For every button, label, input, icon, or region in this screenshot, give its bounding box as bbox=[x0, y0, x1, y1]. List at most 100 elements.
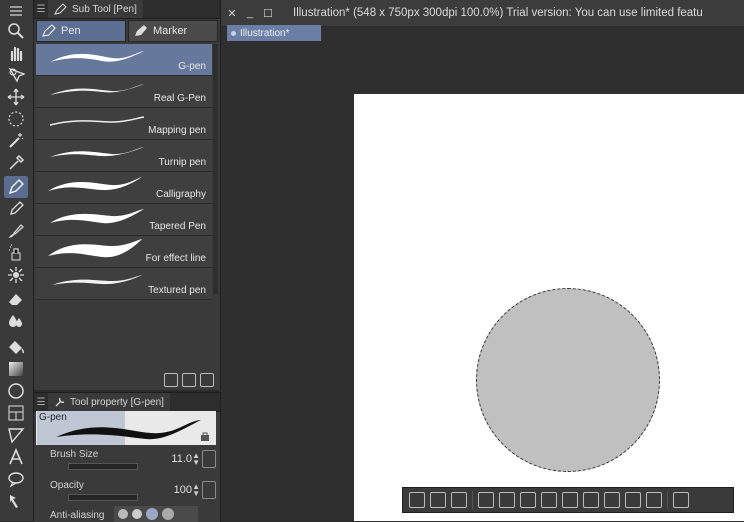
fill-icon[interactable] bbox=[4, 336, 28, 358]
duplicate-icon[interactable] bbox=[182, 373, 196, 387]
tab-pen[interactable]: Pen bbox=[36, 20, 126, 42]
launcher-settings-icon[interactable] bbox=[673, 492, 689, 508]
cut-icon[interactable] bbox=[562, 492, 578, 508]
crop-icon[interactable] bbox=[430, 492, 446, 508]
opacity-dynamics-button[interactable] bbox=[202, 481, 216, 499]
brush-item-mapping-pen[interactable]: Mapping pen bbox=[36, 108, 212, 140]
brush-size-spinner[interactable]: ▲ ▼ bbox=[192, 452, 200, 467]
gradient-icon[interactable] bbox=[4, 358, 28, 380]
pencil-icon[interactable] bbox=[4, 198, 28, 220]
tool-property-header-tab[interactable]: Tool property [G-pen] bbox=[48, 393, 170, 411]
brush-preview: G-pen bbox=[36, 411, 216, 445]
brush-item-g-pen[interactable]: G-pen bbox=[36, 44, 212, 76]
opacity-row: Opacity 100 ▲ ▼ bbox=[48, 480, 220, 508]
minimize-icon[interactable]: _ bbox=[243, 7, 257, 19]
brush-size-slider[interactable] bbox=[68, 463, 138, 470]
subtool-header: ☰ Sub Tool [Pen] bbox=[34, 0, 220, 19]
zoom-icon[interactable] bbox=[4, 20, 28, 42]
airbrush-icon[interactable] bbox=[4, 242, 28, 264]
eraser-icon[interactable] bbox=[4, 288, 28, 310]
frame-border-icon[interactable] bbox=[4, 402, 28, 424]
brush-size-dynamics-button[interactable] bbox=[202, 450, 216, 468]
close-icon[interactable]: ✕ bbox=[225, 7, 239, 20]
opacity-label: Opacity bbox=[50, 480, 84, 491]
balloon-icon[interactable] bbox=[4, 468, 28, 490]
pen-tool-icon[interactable] bbox=[4, 176, 28, 198]
tab-pen-label: Pen bbox=[61, 25, 81, 37]
invert-selection-icon[interactable] bbox=[451, 492, 467, 508]
transform-icon[interactable] bbox=[604, 492, 620, 508]
text-icon[interactable] bbox=[4, 446, 28, 468]
menu-icon[interactable] bbox=[4, 0, 28, 22]
brush-item-for-effect-line[interactable]: For effect line bbox=[36, 236, 212, 268]
canvas-title: Illustration* (548 x 750px 300dpi 100.0%… bbox=[293, 7, 703, 19]
brush-item-calligraphy[interactable]: Calligraphy bbox=[36, 172, 212, 204]
brush-item-label: For effect line bbox=[145, 253, 206, 264]
opacity-slider[interactable] bbox=[68, 494, 138, 501]
anti-aliasing-selector[interactable] bbox=[114, 506, 198, 522]
brush-item-real-g-pen[interactable]: Real G-Pen bbox=[36, 76, 212, 108]
brush-item-textured-pen[interactable]: Textured pen bbox=[36, 268, 212, 300]
magic-wand-icon[interactable] bbox=[4, 130, 28, 152]
mapping-pen-stroke-preview bbox=[49, 116, 145, 126]
calligraphy-stroke-preview bbox=[48, 177, 142, 191]
g-pen-stroke-preview bbox=[50, 51, 144, 62]
opacity-value[interactable]: 100 bbox=[174, 484, 192, 496]
document-tab-label: Illustration* bbox=[240, 27, 290, 39]
decoration-icon[interactable] bbox=[4, 264, 28, 286]
deselect-icon[interactable] bbox=[409, 492, 425, 508]
tone-icon[interactable] bbox=[646, 492, 662, 508]
trash-icon[interactable] bbox=[200, 373, 214, 387]
document-tab[interactable]: Illustration* bbox=[227, 25, 321, 41]
brush-list: G-pen Real G-Pen Mapping pen Turnip pen … bbox=[36, 44, 220, 300]
tapered-pen-stroke-preview bbox=[50, 209, 144, 224]
tab-marker[interactable]: Marker bbox=[128, 20, 218, 42]
brush-size-label: Brush Size bbox=[50, 449, 99, 460]
selection-area-icon[interactable] bbox=[520, 492, 536, 508]
hand-icon[interactable] bbox=[4, 42, 28, 64]
ruler-icon[interactable] bbox=[4, 424, 28, 446]
maximize-icon[interactable]: ☐ bbox=[261, 7, 275, 20]
opacity-spinner[interactable]: ▲ ▼ bbox=[192, 483, 200, 498]
selection-launcher bbox=[402, 487, 734, 513]
brush-icon[interactable] bbox=[4, 220, 28, 242]
eyedropper-icon[interactable] bbox=[4, 152, 28, 174]
pen-icon bbox=[42, 24, 56, 37]
brush-item-label: Real G-Pen bbox=[153, 93, 206, 104]
copy-icon[interactable] bbox=[583, 492, 599, 508]
canvas-area: ✕ _ ☐ Illustration* (548 x 750px 300dpi … bbox=[221, 0, 744, 521]
correct-line-icon[interactable] bbox=[4, 490, 28, 512]
tab-dot-icon bbox=[231, 30, 236, 36]
brush-size-row: Brush Size 11.0 ▲ ▼ bbox=[48, 449, 220, 477]
import-icon[interactable] bbox=[164, 373, 178, 387]
tool-property-panel: ☰ Tool property [G-pen] G-pen Brush Size… bbox=[34, 392, 221, 522]
tab-marker-label: Marker bbox=[153, 25, 188, 37]
move-icon[interactable] bbox=[4, 86, 28, 108]
subtool-title: Sub Tool [Pen] bbox=[72, 3, 137, 15]
subtool-panel: ☰ Sub Tool [Pen] Pen Marker G-pen Real G… bbox=[34, 0, 221, 390]
canvas-title-bar: ✕ _ ☐ Illustration* (548 x 750px 300dpi … bbox=[221, 0, 744, 26]
brush-size-value[interactable]: 11.0 bbox=[171, 453, 192, 465]
panel-menu-icon[interactable]: ☰ bbox=[34, 4, 48, 15]
brush-item-label: Tapered Pen bbox=[149, 221, 206, 232]
brush-item-tapered-pen[interactable]: Tapered Pen bbox=[36, 204, 212, 236]
copy-paste-icon[interactable] bbox=[541, 492, 557, 508]
expand-selection-icon[interactable] bbox=[478, 492, 494, 508]
lock-icon[interactable] bbox=[200, 431, 210, 441]
shrink-selection-icon[interactable] bbox=[499, 492, 515, 508]
textured-pen-stroke-preview bbox=[52, 275, 142, 285]
brush-item-label: Calligraphy bbox=[155, 189, 206, 200]
fill-selection-icon[interactable] bbox=[625, 492, 641, 508]
marker-icon bbox=[135, 25, 147, 36]
subtool-header-tab[interactable]: Sub Tool [Pen] bbox=[48, 0, 143, 18]
brush-item-turnip-pen[interactable]: Turnip pen bbox=[36, 140, 212, 172]
selection-area[interactable] bbox=[476, 288, 660, 472]
blend-icon[interactable] bbox=[4, 310, 28, 332]
tool-property-header: ☰ Tool property [G-pen] bbox=[34, 393, 220, 412]
brush-list-scrollbar[interactable] bbox=[213, 44, 218, 294]
figure-icon[interactable] bbox=[4, 380, 28, 402]
lasso-select-icon[interactable] bbox=[4, 108, 28, 130]
object-select-icon[interactable] bbox=[4, 64, 28, 86]
anti-aliasing-row: Anti-aliasing bbox=[48, 506, 220, 522]
panel-menu-icon[interactable]: ☰ bbox=[34, 397, 48, 408]
